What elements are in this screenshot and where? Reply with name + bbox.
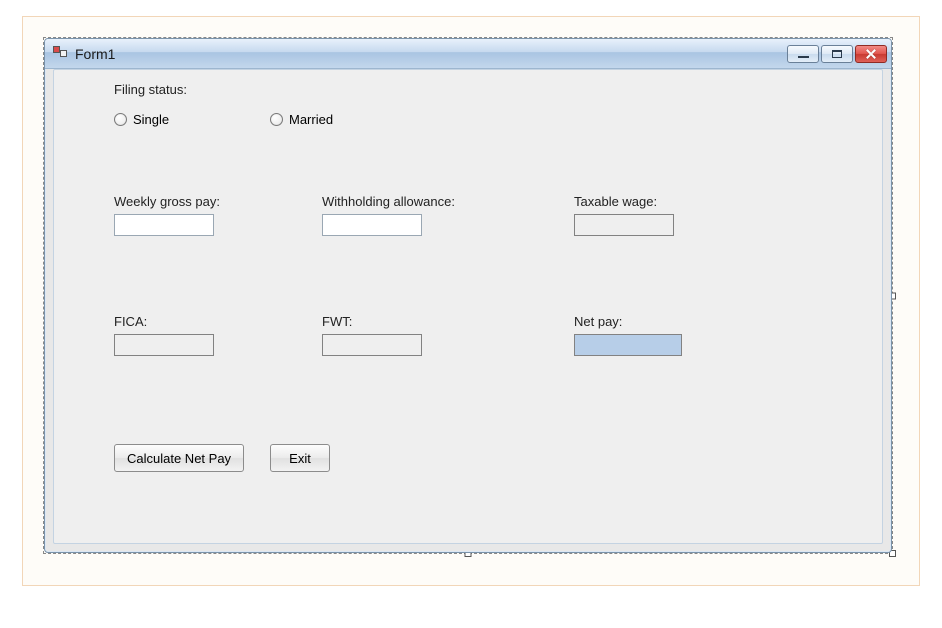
- withholding-allowance-label: Withholding allowance:: [322, 194, 455, 209]
- fwt-output: [322, 334, 422, 356]
- net-pay-output: [574, 334, 682, 356]
- radio-icon: [270, 113, 283, 126]
- window-title: Form1: [75, 46, 787, 62]
- radio-label-single: Single: [133, 112, 169, 127]
- fwt-label: FWT:: [322, 314, 352, 329]
- window-controls: [787, 45, 887, 63]
- designer-canvas: Form1 Filing status: S: [22, 16, 920, 586]
- titlebar[interactable]: Form1: [45, 39, 891, 69]
- taxable-wage-output: [574, 214, 674, 236]
- weekly-gross-pay-input[interactable]: [114, 214, 214, 236]
- filing-single-radio[interactable]: Single: [114, 112, 169, 127]
- close-icon: [865, 49, 877, 59]
- filing-married-radio[interactable]: Married: [270, 112, 333, 127]
- radio-icon: [114, 113, 127, 126]
- maximize-button[interactable]: [821, 45, 853, 63]
- app-icon: [53, 46, 69, 62]
- taxable-wage-label: Taxable wage:: [574, 194, 657, 209]
- form-client-area: Filing status: Single Married Weekly gro…: [53, 69, 883, 544]
- withholding-allowance-input[interactable]: [322, 214, 422, 236]
- designer-selection: Form1 Filing status: S: [43, 37, 893, 554]
- fica-output: [114, 334, 214, 356]
- minimize-icon: [798, 56, 809, 58]
- calculate-button[interactable]: Calculate Net Pay: [114, 444, 244, 472]
- form-window: Form1 Filing status: S: [44, 38, 892, 553]
- close-button[interactable]: [855, 45, 887, 63]
- weekly-gross-pay-label: Weekly gross pay:: [114, 194, 220, 209]
- fica-label: FICA:: [114, 314, 147, 329]
- radio-label-married: Married: [289, 112, 333, 127]
- exit-button[interactable]: Exit: [270, 444, 330, 472]
- filing-status-label: Filing status:: [114, 82, 187, 97]
- minimize-button[interactable]: [787, 45, 819, 63]
- net-pay-label: Net pay:: [574, 314, 622, 329]
- maximize-icon: [832, 50, 842, 58]
